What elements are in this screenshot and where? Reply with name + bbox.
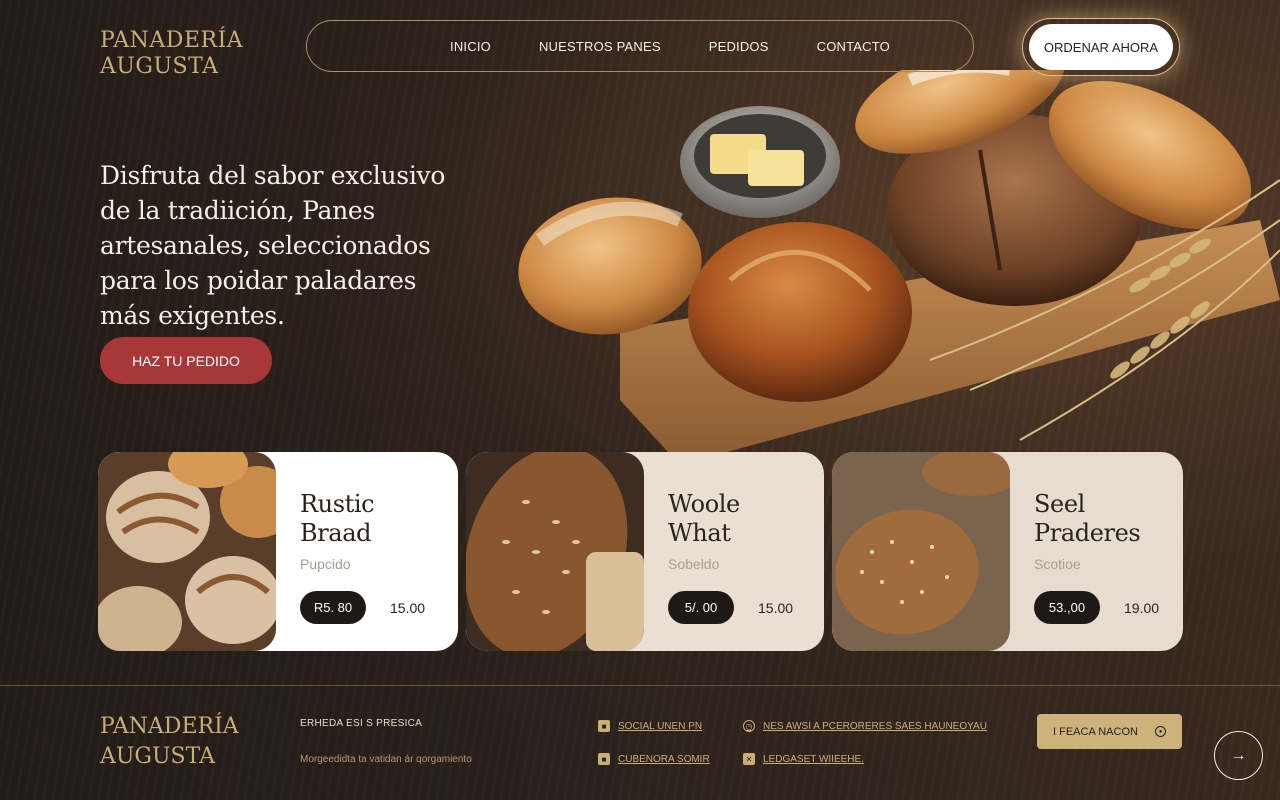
hero-order-button[interactable]: HAZ TU PEDIDO — [100, 337, 272, 384]
footer-link-label: SOCIAL UNEN PN — [618, 720, 703, 732]
price-row: 5/. 00 15.00 — [668, 591, 793, 624]
product-name: Woole What — [668, 490, 824, 548]
clock-icon: ◷ — [743, 720, 755, 732]
price-row: R5. 80 15.00 — [300, 591, 425, 624]
square-icon: ■ — [598, 720, 610, 732]
footer-brand-logo[interactable]: PANADERÍA AUGUSTA — [100, 712, 239, 772]
footer-column-title: ERHEDA ESI S PRESICA — [300, 718, 423, 729]
product-name-line2: What — [668, 519, 731, 547]
price-secondary: 15.00 — [758, 599, 794, 616]
hero-headline: Disfruta del sabor exclusivo de la tradi… — [100, 161, 446, 330]
product-name-line2: Praderes — [1034, 519, 1141, 547]
hero-bread-illustration — [518, 70, 1280, 465]
brand-line-2: AUGUSTA — [100, 54, 219, 79]
nav-contacto[interactable]: CONTACTO — [817, 39, 890, 54]
rustic-bread-image — [98, 452, 276, 651]
product-card[interactable]: Rustic Braad Pupcido R5. 80 15.00 — [98, 452, 458, 651]
product-info: Seel Praderes Scotioe 53.,00 19.00 — [1010, 452, 1183, 651]
whole-wheat-bread-image — [466, 452, 644, 651]
product-image-seeded — [832, 452, 1010, 651]
footer-brand-line1: PANADERÍA — [100, 714, 239, 739]
footer-link-label: NES AWSI A PCERORERES SAES HAUNEOYAU — [763, 720, 987, 732]
nav-inicio[interactable]: INICIO — [450, 39, 491, 54]
footer-cta-label: I FEACA NACON — [1053, 725, 1138, 738]
product-subtitle: Sobeldo — [668, 556, 720, 572]
price-secondary: 19.00 — [1124, 599, 1160, 616]
arrow-right-button[interactable]: → — [1214, 731, 1263, 780]
footer-column-text: Morgeedidta ta vatidan ár qorgamiento — [300, 754, 472, 765]
footer-link-label: CUBENORA SOMIR — [618, 753, 710, 765]
product-card[interactable]: Woole What Sobeldo 5/. 00 15.00 — [466, 452, 824, 651]
product-name-line1: Rustic — [300, 490, 375, 518]
footer-link-social[interactable]: ■ SOCIAL UNEN PN — [598, 720, 702, 732]
brand-logo[interactable]: PANADERÍA AUGUSTA — [100, 28, 243, 80]
footer-link-hours[interactable]: ◷ NES AWSI A PCERORERES SAES HAUNEOYAU — [743, 720, 987, 732]
brand-line-1: PANADERÍA — [100, 28, 244, 53]
price-pill[interactable]: 5/. 00 — [668, 591, 734, 624]
square-icon: ■ — [598, 753, 610, 765]
main-nav: INICIO NUESTROS PANES PEDIDOS CONTACTO — [306, 20, 974, 72]
nav-nuestros-panes[interactable]: NUESTROS PANES — [539, 39, 661, 54]
footer-cta-button[interactable]: I FEACA NACON ● — [1037, 714, 1182, 749]
product-subtitle: Scotioe — [1034, 556, 1081, 572]
order-button-frame: ORDENAR AHORA — [1022, 18, 1180, 76]
price-pill[interactable]: 53.,00 — [1034, 591, 1100, 624]
x-icon: ✕ — [743, 753, 755, 765]
product-name-line2: Braad — [300, 519, 372, 547]
product-card[interactable]: Seel Praderes Scotioe 53.,00 19.00 — [832, 452, 1183, 651]
circle-dot-icon: ● — [1155, 726, 1166, 737]
product-name-line1: Woole — [668, 490, 740, 518]
product-name-line1: Seel — [1034, 490, 1085, 518]
product-info: Rustic Braad Pupcido R5. 80 15.00 — [276, 452, 458, 651]
product-name: Rustic Braad — [300, 490, 458, 548]
footer-brand-line2: AUGUSTA — [100, 744, 215, 769]
seeded-bread-image — [832, 452, 1010, 651]
footer-link-label: LEDGASET WIIEEHE. — [763, 753, 864, 765]
loaf-round — [688, 222, 912, 402]
footer-link-subscribe[interactable]: ■ CUBENORA SOMIR — [598, 753, 710, 765]
footer-divider — [0, 685, 1280, 686]
product-info: Woole What Sobeldo 5/. 00 15.00 — [644, 452, 824, 651]
product-image-whole-wheat — [466, 452, 644, 651]
product-subtitle: Pupcido — [300, 556, 351, 572]
product-name: Seel Praderes — [1034, 490, 1183, 548]
price-secondary: 15.00 — [390, 599, 426, 616]
order-now-button[interactable]: ORDENAR AHORA — [1029, 24, 1173, 70]
footer-link-legal[interactable]: ✕ LEDGASET WIIEEHE. — [743, 753, 864, 765]
product-image-rustic — [98, 452, 276, 651]
nav-pedidos[interactable]: PEDIDOS — [709, 39, 769, 54]
price-row: 53.,00 19.00 — [1034, 591, 1159, 624]
page: PANADERÍA AUGUSTA INICIO NUESTROS PANES … — [0, 0, 1280, 800]
price-pill[interactable]: R5. 80 — [300, 591, 366, 624]
